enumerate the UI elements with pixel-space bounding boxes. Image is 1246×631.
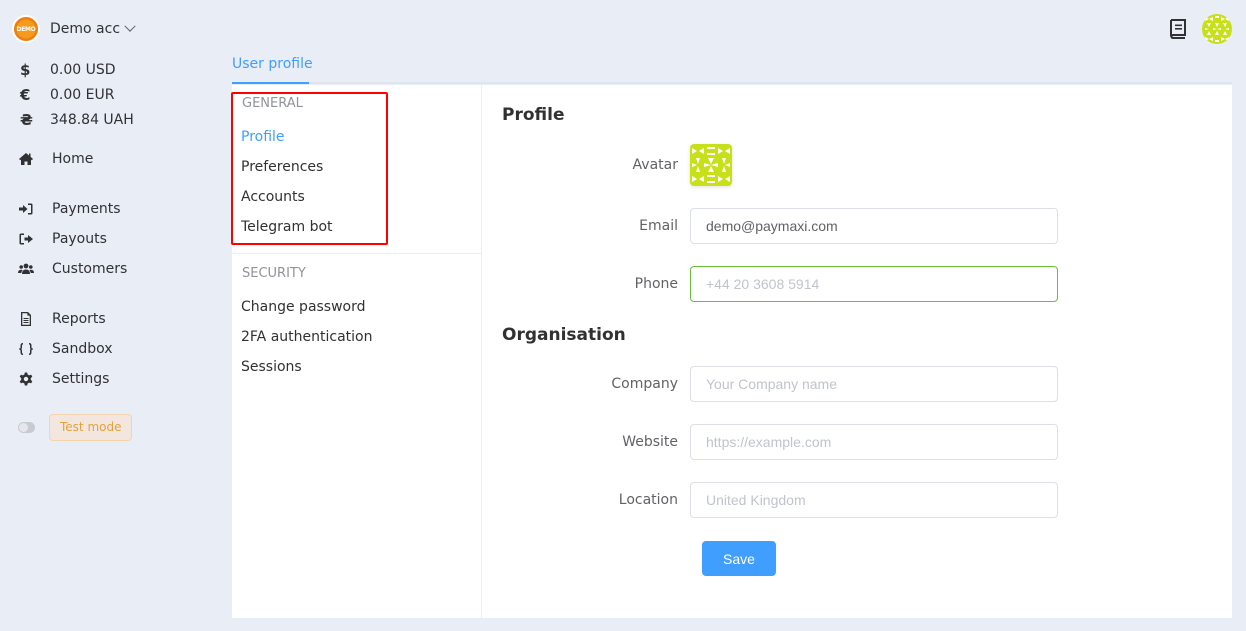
submenu-item-2fa[interactable]: 2FA authentication [241, 322, 372, 352]
nav-money: Payments Payouts Customers [18, 194, 218, 284]
submenu-item-change-password[interactable]: Change password [241, 292, 372, 322]
save-button[interactable]: Save [702, 541, 776, 576]
submenu-divider [232, 253, 481, 254]
avatar-label: Avatar [632, 157, 678, 173]
profile-submenu: GENERAL Profile Preferences Accounts Tel… [232, 85, 482, 618]
avatar-image[interactable] [690, 144, 732, 186]
submenu-group-security: SECURITY Change password 2FA authenticat… [232, 256, 372, 382]
demo-logo: DEMO [12, 15, 40, 43]
nav-item-customers[interactable]: Customers [18, 254, 218, 284]
balance-uah: ₴ 348.84 UAH [20, 107, 134, 132]
email-row: Email [502, 208, 1202, 244]
test-mode-badge: Test mode [49, 414, 133, 441]
location-input[interactable] [690, 482, 1058, 518]
balances: $ 0.00 USD € 0.00 EUR ₴ 348.84 UAH [20, 57, 134, 132]
home-icon [18, 151, 52, 167]
code-braces-icon [18, 341, 52, 357]
phone-label: Phone [634, 276, 678, 292]
chevron-down-icon [124, 20, 136, 32]
balance-amount: 0.00 USD [50, 61, 116, 78]
nav-label: Home [52, 151, 94, 167]
account-name: Demo acc [50, 21, 121, 37]
sidebar: DEMO Demo acc $ 0.00 USD € 0.00 EUR ₴ 34… [0, 0, 220, 631]
nav-label: Payments [52, 201, 121, 217]
website-input[interactable] [690, 424, 1058, 460]
content-panel: GENERAL Profile Preferences Accounts Tel… [232, 85, 1232, 618]
nav-item-home[interactable]: Home [18, 144, 218, 174]
nav-item-payments[interactable]: Payments [18, 194, 218, 224]
account-switcher[interactable]: DEMO Demo acc [12, 14, 136, 44]
submenu-item-telegram-bot[interactable]: Telegram bot [241, 212, 481, 242]
submenu-item-sessions[interactable]: Sessions [241, 352, 372, 382]
user-avatar[interactable] [1202, 14, 1232, 44]
email-input[interactable] [690, 208, 1058, 244]
submenu-title-security: SECURITY [242, 266, 306, 281]
dollar-icon: $ [20, 60, 31, 79]
users-icon [18, 261, 52, 277]
submenu-item-preferences[interactable]: Preferences [241, 152, 481, 182]
nav-item-reports[interactable]: Reports [18, 304, 218, 334]
book-icon[interactable] [1168, 18, 1188, 40]
balance-amount: 348.84 UAH [50, 111, 134, 128]
sign-in-icon [18, 201, 52, 217]
profile-form: Profile Avatar Email demo@paymaxi.com Ph… [502, 85, 1232, 618]
sign-out-icon [18, 231, 52, 247]
phone-input[interactable] [690, 266, 1058, 302]
euro-icon: € [20, 85, 31, 104]
nav-label: Customers [52, 261, 128, 277]
submenu-item-profile[interactable]: Profile [241, 122, 481, 152]
submenu-item-accounts[interactable]: Accounts [241, 182, 481, 212]
tab-user-profile[interactable]: User profile [232, 44, 313, 84]
submenu-title-general: GENERAL [242, 96, 303, 111]
nav-label: Payouts [52, 231, 107, 247]
nav-item-settings[interactable]: Settings [18, 364, 218, 394]
active-tab-indicator [232, 82, 309, 84]
test-mode: Test mode [18, 414, 133, 441]
company-label: Company [611, 376, 678, 392]
hryvnia-icon: ₴ [20, 110, 33, 129]
nav-label: Reports [52, 311, 106, 327]
gear-icon [18, 371, 52, 387]
test-mode-toggle[interactable] [18, 422, 35, 433]
tab-bar: User profile [232, 44, 1232, 84]
location-label: Location [618, 492, 678, 508]
nav-main: Home [18, 144, 218, 174]
website-label: Website [622, 434, 678, 450]
company-input[interactable] [690, 366, 1058, 402]
avatar-row: Avatar [502, 143, 1202, 187]
balance-amount: 0.00 EUR [50, 86, 115, 103]
nav-item-payouts[interactable]: Payouts [18, 224, 218, 254]
phone-row: Phone [502, 266, 1202, 302]
section-title-organisation: Organisation [502, 325, 626, 345]
nav-tools: Reports Sandbox Settings [18, 304, 218, 394]
submenu-group-general: GENERAL Profile Preferences Accounts Tel… [232, 85, 481, 242]
email-label: Email [639, 218, 678, 234]
nav-label: Settings [52, 371, 110, 387]
nav-item-sandbox[interactable]: Sandbox [18, 334, 218, 364]
location-row: Location [502, 482, 1202, 518]
balance-eur: € 0.00 EUR [20, 82, 134, 107]
balance-usd: $ 0.00 USD [20, 57, 134, 82]
topbar-actions [1168, 14, 1232, 44]
company-row: Company [502, 366, 1202, 402]
section-title-profile: Profile [502, 105, 565, 125]
file-text-icon [18, 311, 52, 327]
nav-label: Sandbox [52, 341, 113, 357]
website-row: Website [502, 424, 1202, 460]
